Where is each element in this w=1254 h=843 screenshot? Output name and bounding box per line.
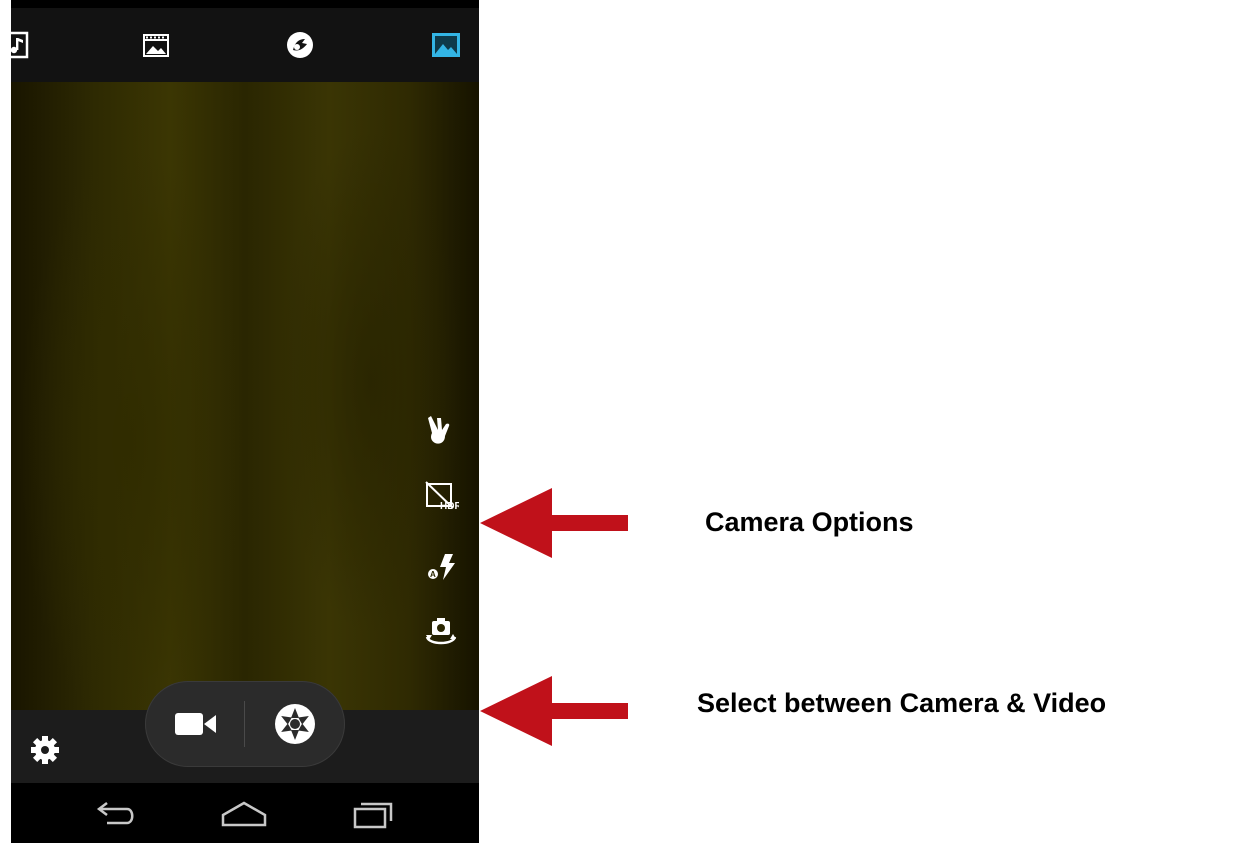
gear-icon[interactable]	[29, 734, 61, 766]
phone-screen: HDR A	[11, 0, 479, 843]
switch-camera-icon[interactable]	[423, 615, 459, 651]
video-camera-icon[interactable]	[171, 705, 221, 743]
gesture-shot-icon[interactable]	[423, 412, 459, 448]
camera-viewfinder[interactable]	[11, 82, 479, 710]
back-icon[interactable]	[91, 795, 141, 831]
mode-select-arrow-icon	[480, 676, 628, 746]
switcher-divider	[244, 701, 245, 747]
recent-apps-icon[interactable]	[351, 795, 401, 831]
gallery-icon[interactable]	[431, 30, 461, 60]
home-icon[interactable]	[219, 795, 269, 831]
mode-tab-bar	[11, 8, 479, 82]
mode-select-label: Select between Camera & Video	[697, 688, 1107, 718]
shutter-icon[interactable]	[273, 702, 317, 746]
panorama-icon[interactable]	[285, 30, 315, 60]
film-frame-icon[interactable]	[141, 30, 171, 60]
camera-options-arrow-icon	[480, 488, 628, 558]
hdr-off-icon[interactable]: HDR	[423, 478, 462, 514]
flash-auto-icon[interactable]: A	[423, 550, 459, 586]
svg-text:A: A	[430, 570, 436, 579]
svg-text:HDR: HDR	[440, 501, 459, 512]
system-navigation-bar	[11, 783, 479, 843]
camera-video-switcher	[145, 681, 345, 767]
music-note-icon[interactable]	[11, 30, 33, 60]
camera-options-label: Camera Options	[705, 507, 914, 537]
